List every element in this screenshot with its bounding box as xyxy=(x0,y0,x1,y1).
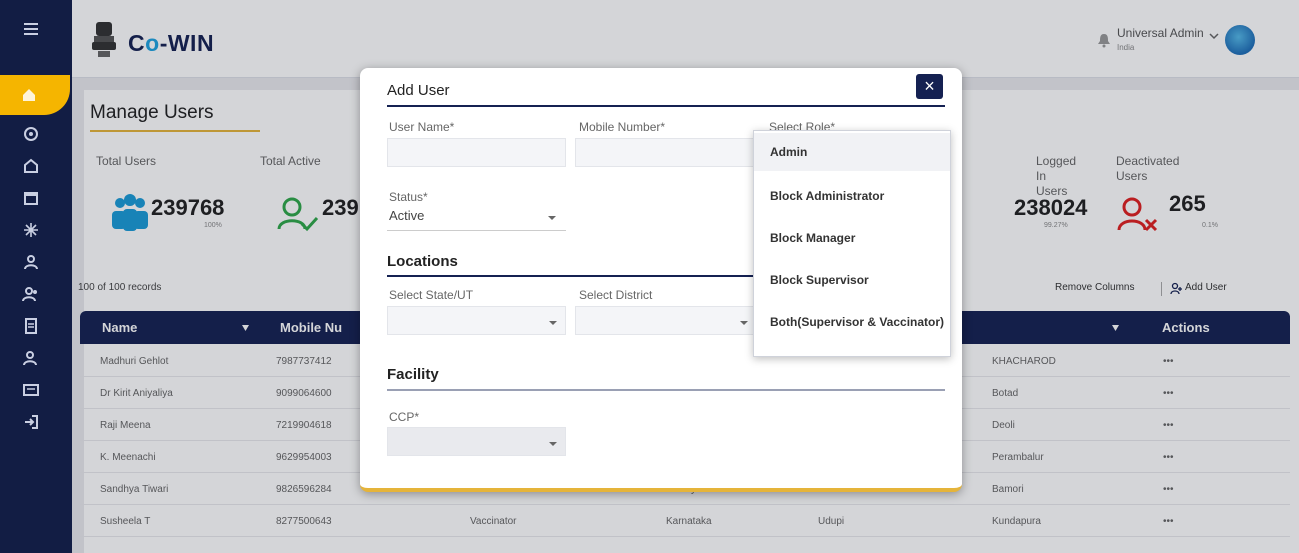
ccp-select[interactable] xyxy=(387,427,566,456)
role-option-both-supervisor-vaccinator[interactable]: Both(Supervisor & Vaccinator) xyxy=(754,303,950,341)
side-nav xyxy=(0,0,72,553)
mobile-number-input[interactable] xyxy=(575,138,755,167)
user-name-label: User Name* xyxy=(389,120,455,134)
nav-users-icon[interactable] xyxy=(0,277,62,311)
modal-title: Add User xyxy=(387,82,450,99)
nav-dashboard-icon[interactable] xyxy=(0,117,62,151)
app-root: Co-WIN Universal Admin India Manage User… xyxy=(0,0,1299,553)
user-name-input[interactable] xyxy=(387,138,566,167)
nav-logout-icon[interactable] xyxy=(0,405,62,439)
status-value: Active xyxy=(389,208,425,223)
select-role-dropdown: Admin Block Administrator Block Manager … xyxy=(753,130,951,357)
locations-heading: Locations xyxy=(387,253,458,270)
facility-divider xyxy=(387,389,945,391)
chevron-down-icon xyxy=(549,321,557,325)
nav-home-active[interactable] xyxy=(0,75,70,115)
role-option-block-administrator[interactable]: Block Administrator xyxy=(754,177,950,215)
ccp-label: CCP* xyxy=(389,410,420,424)
district-select[interactable] xyxy=(575,306,755,335)
close-button[interactable]: × xyxy=(916,74,943,99)
role-option-admin[interactable]: Admin xyxy=(754,133,950,171)
chevron-down-icon xyxy=(740,321,748,325)
facility-heading: Facility xyxy=(387,366,439,383)
chevron-down-icon xyxy=(549,442,557,446)
state-label: Select State/UT xyxy=(389,288,474,302)
modal-title-divider xyxy=(387,105,945,107)
role-option-block-manager[interactable]: Block Manager xyxy=(754,219,950,257)
nav-beneficiary-icon[interactable] xyxy=(0,245,62,279)
nav-manage-users-icon[interactable] xyxy=(0,341,62,375)
nav-settings-icon[interactable] xyxy=(0,373,62,407)
status-select[interactable]: Active xyxy=(387,202,566,231)
close-icon: × xyxy=(924,76,935,96)
district-label: Select District xyxy=(579,288,653,302)
mobile-number-label: Mobile Number* xyxy=(579,120,666,134)
hamburger-menu-icon[interactable] xyxy=(0,12,62,46)
nav-sessions-icon[interactable] xyxy=(0,181,62,215)
state-select[interactable] xyxy=(387,306,566,335)
chevron-down-icon xyxy=(548,216,556,220)
nav-vaccine-icon[interactable] xyxy=(0,213,62,247)
nav-facility-icon[interactable] xyxy=(0,149,62,183)
nav-reports-icon[interactable] xyxy=(0,309,62,343)
role-option-block-supervisor[interactable]: Block Supervisor xyxy=(754,261,950,299)
